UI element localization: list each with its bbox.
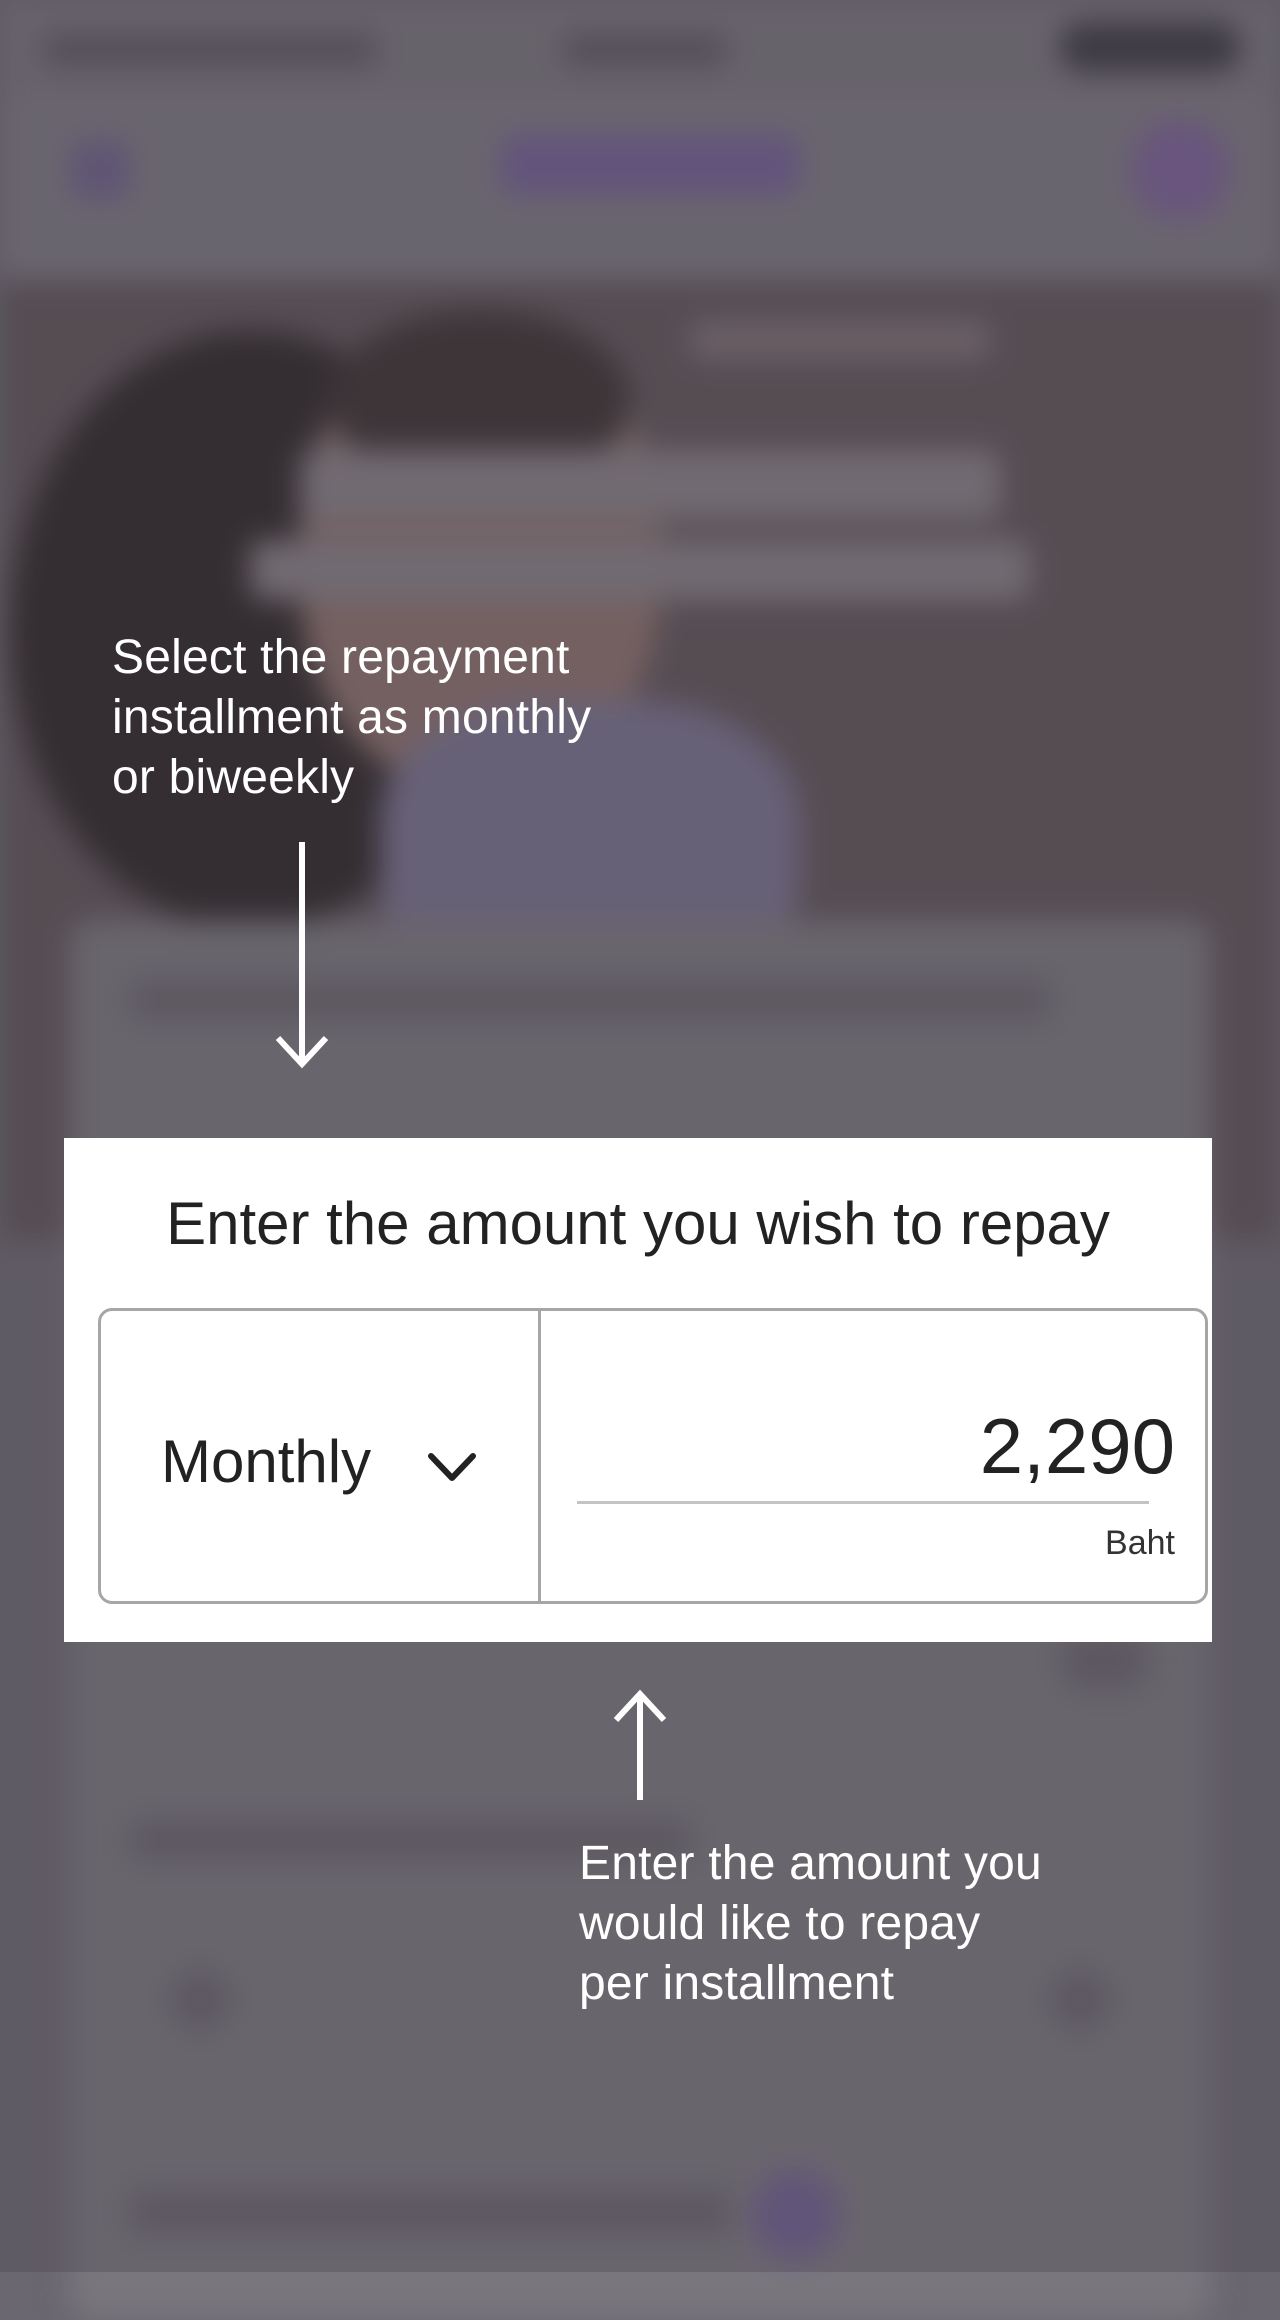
repayment-amount-panel: Enter the amount you wish to repay Month… [64,1138,1212,1642]
amount-input[interactable] [615,1401,1175,1491]
arrow-up-icon [613,1689,667,1800]
frequency-tooltip: Select the repayment installment as mont… [112,628,591,808]
frequency-value: Monthly [161,1428,372,1495]
panel-title: Enter the amount you wish to repay [166,1190,1110,1257]
amount-input-group: Monthly Baht [98,1308,1208,1604]
arrow-down-icon [275,842,329,1069]
amount-field: Baht [541,1311,1205,1601]
amount-tooltip: Enter the amount you would like to repay… [579,1834,1042,2014]
tooltip-line: Enter the amount you [579,1837,1042,1890]
tooltip-line: Select the repayment [112,631,570,684]
tooltip-line: or biweekly [112,751,355,804]
amount-underline [577,1501,1149,1504]
tooltip-line: would like to repay [579,1897,981,1950]
frequency-dropdown[interactable]: Monthly [101,1311,541,1601]
tooltip-line: installment as monthly [112,691,592,744]
tooltip-line: per installment [579,1957,895,2010]
chevron-down-icon [428,1453,476,1481]
currency-unit: Baht [1105,1524,1175,1562]
